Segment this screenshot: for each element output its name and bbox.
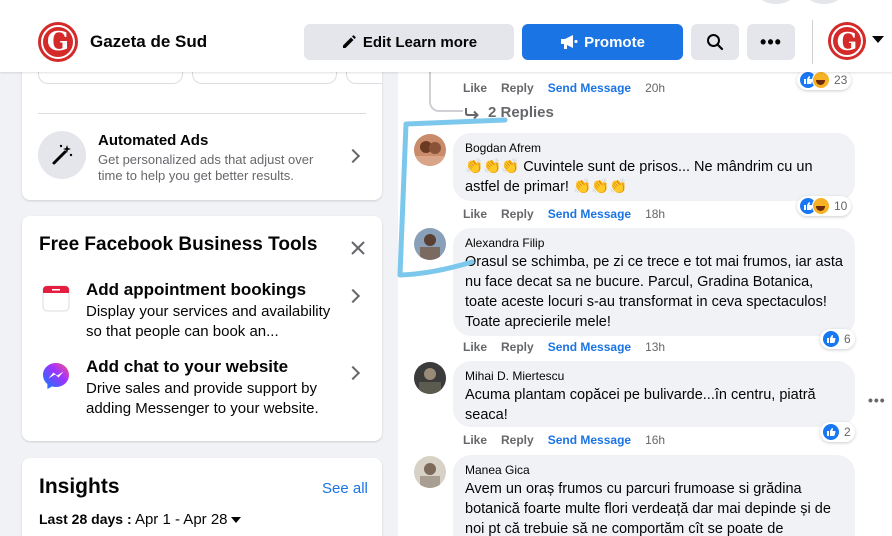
close-icon[interactable] bbox=[348, 238, 368, 258]
date-range-selector[interactable]: Last 28 days : Apr 1 - Apr 28 bbox=[39, 511, 241, 528]
comment-bubble: Mihai D. Miertescu Acuma plantam copăcei… bbox=[453, 361, 855, 427]
calendar-icon bbox=[42, 284, 70, 312]
annotation-bracket bbox=[397, 117, 508, 278]
see-all-link[interactable]: See all bbox=[322, 480, 368, 497]
tool-item-title[interactable]: Add appointment bookings bbox=[86, 280, 306, 300]
comment-bubble: Alexandra Filip Orasul se schimba, pe zi… bbox=[453, 228, 855, 336]
like-link[interactable]: Like bbox=[463, 340, 487, 354]
top-partial-button[interactable] bbox=[808, 0, 840, 4]
megaphone-icon bbox=[560, 34, 578, 50]
comment-author[interactable]: Bogdan Afrem bbox=[465, 141, 843, 155]
avatar[interactable] bbox=[414, 456, 446, 488]
comment-text: Orasul se schimba, pe zi ce trece e tot … bbox=[465, 254, 843, 330]
comment-actions: Like Reply Send Message 13h bbox=[463, 340, 665, 354]
avatar[interactable] bbox=[414, 362, 446, 394]
automated-ads-description: Get personalized ads that adjust over ti… bbox=[98, 152, 314, 183]
search-icon bbox=[706, 33, 724, 51]
thread-line bbox=[429, 72, 463, 112]
haha-reaction-icon bbox=[812, 71, 830, 89]
reaction-summary[interactable]: 2 bbox=[820, 422, 855, 442]
tool-item-description: Drive sales and provide support by addin… bbox=[86, 380, 319, 417]
insights-title: Insights bbox=[39, 475, 120, 498]
comment-bubble: Manea Gica Avem un oraș frumos cu parcur… bbox=[453, 455, 855, 536]
reply-link[interactable]: Reply bbox=[501, 433, 534, 447]
pencil-icon bbox=[341, 34, 357, 50]
comment-actions: Like Reply Send Message 20h bbox=[463, 81, 665, 95]
comment-time: 16h bbox=[645, 433, 666, 447]
comment-text: Avem un oraș frumos cu parcuri frumoase … bbox=[465, 481, 831, 536]
send-message-link[interactable]: Send Message bbox=[548, 433, 631, 447]
like-link[interactable]: Like bbox=[463, 433, 487, 447]
edit-button[interactable]: Edit Learn more bbox=[304, 24, 514, 60]
like-reaction-icon bbox=[822, 423, 840, 441]
promote-button[interactable]: Promote bbox=[522, 24, 683, 60]
divider bbox=[812, 20, 813, 64]
like-reaction-icon bbox=[822, 330, 840, 348]
chevron-down-icon[interactable] bbox=[872, 36, 884, 43]
haha-reaction-icon bbox=[812, 197, 830, 215]
comment-time: 13h bbox=[645, 340, 666, 354]
tool-item-title[interactable]: Add chat to your website bbox=[86, 357, 288, 377]
comment-text: 👏👏👏 Cuvintele sunt de prisos... Ne mândr… bbox=[465, 159, 813, 175]
comment-author[interactable]: Mihai D. Miertescu bbox=[465, 369, 843, 383]
messenger-icon bbox=[42, 362, 70, 390]
business-tools-title: Free Facebook Business Tools bbox=[39, 234, 318, 255]
search-button[interactable] bbox=[691, 24, 739, 60]
comment-text: Acuma plantam copăcei pe bulivarde...în … bbox=[465, 387, 816, 423]
reply-link[interactable]: Reply bbox=[501, 81, 534, 95]
comment-time: 20h bbox=[645, 81, 666, 95]
magic-wand-icon bbox=[38, 131, 86, 179]
divider bbox=[38, 113, 366, 114]
page-logo[interactable]: G bbox=[38, 22, 78, 62]
comment-time: 18h bbox=[645, 207, 666, 221]
automated-ads-title[interactable]: Automated Ads bbox=[98, 132, 208, 149]
comment-actions: Like Reply Send Message 16h bbox=[463, 433, 665, 447]
page-name[interactable]: Gazeta de Sud bbox=[90, 32, 207, 52]
like-link[interactable]: Like bbox=[463, 81, 487, 95]
reaction-summary[interactable]: 10 bbox=[797, 196, 852, 216]
reaction-summary[interactable]: 23 bbox=[797, 70, 852, 90]
send-message-link[interactable]: Send Message bbox=[548, 207, 631, 221]
comment-bubble: Bogdan Afrem 👏👏👏 Cuvintele sunt de priso… bbox=[453, 133, 855, 201]
reaction-summary[interactable]: 6 bbox=[820, 329, 855, 349]
top-bar: G Gazeta de Sud Edit Learn more Promote … bbox=[0, 0, 892, 72]
profile-avatar[interactable]: G bbox=[828, 22, 866, 60]
send-message-link[interactable]: Send Message bbox=[548, 340, 631, 354]
comment-author[interactable]: Manea Gica bbox=[465, 463, 843, 477]
tool-item-description: Display your services and availability s… bbox=[86, 303, 331, 340]
more-options-button[interactable]: ••• bbox=[747, 24, 795, 60]
chevron-down-icon bbox=[230, 517, 241, 524]
send-message-link[interactable]: Send Message bbox=[548, 81, 631, 95]
top-partial-button[interactable] bbox=[760, 0, 792, 4]
comment-options-icon[interactable]: ••• bbox=[868, 392, 886, 408]
comment-author[interactable]: Alexandra Filip bbox=[465, 236, 843, 250]
comment-text: astfel de primar! 👏👏👏 bbox=[465, 179, 628, 195]
reply-link[interactable]: Reply bbox=[501, 340, 534, 354]
